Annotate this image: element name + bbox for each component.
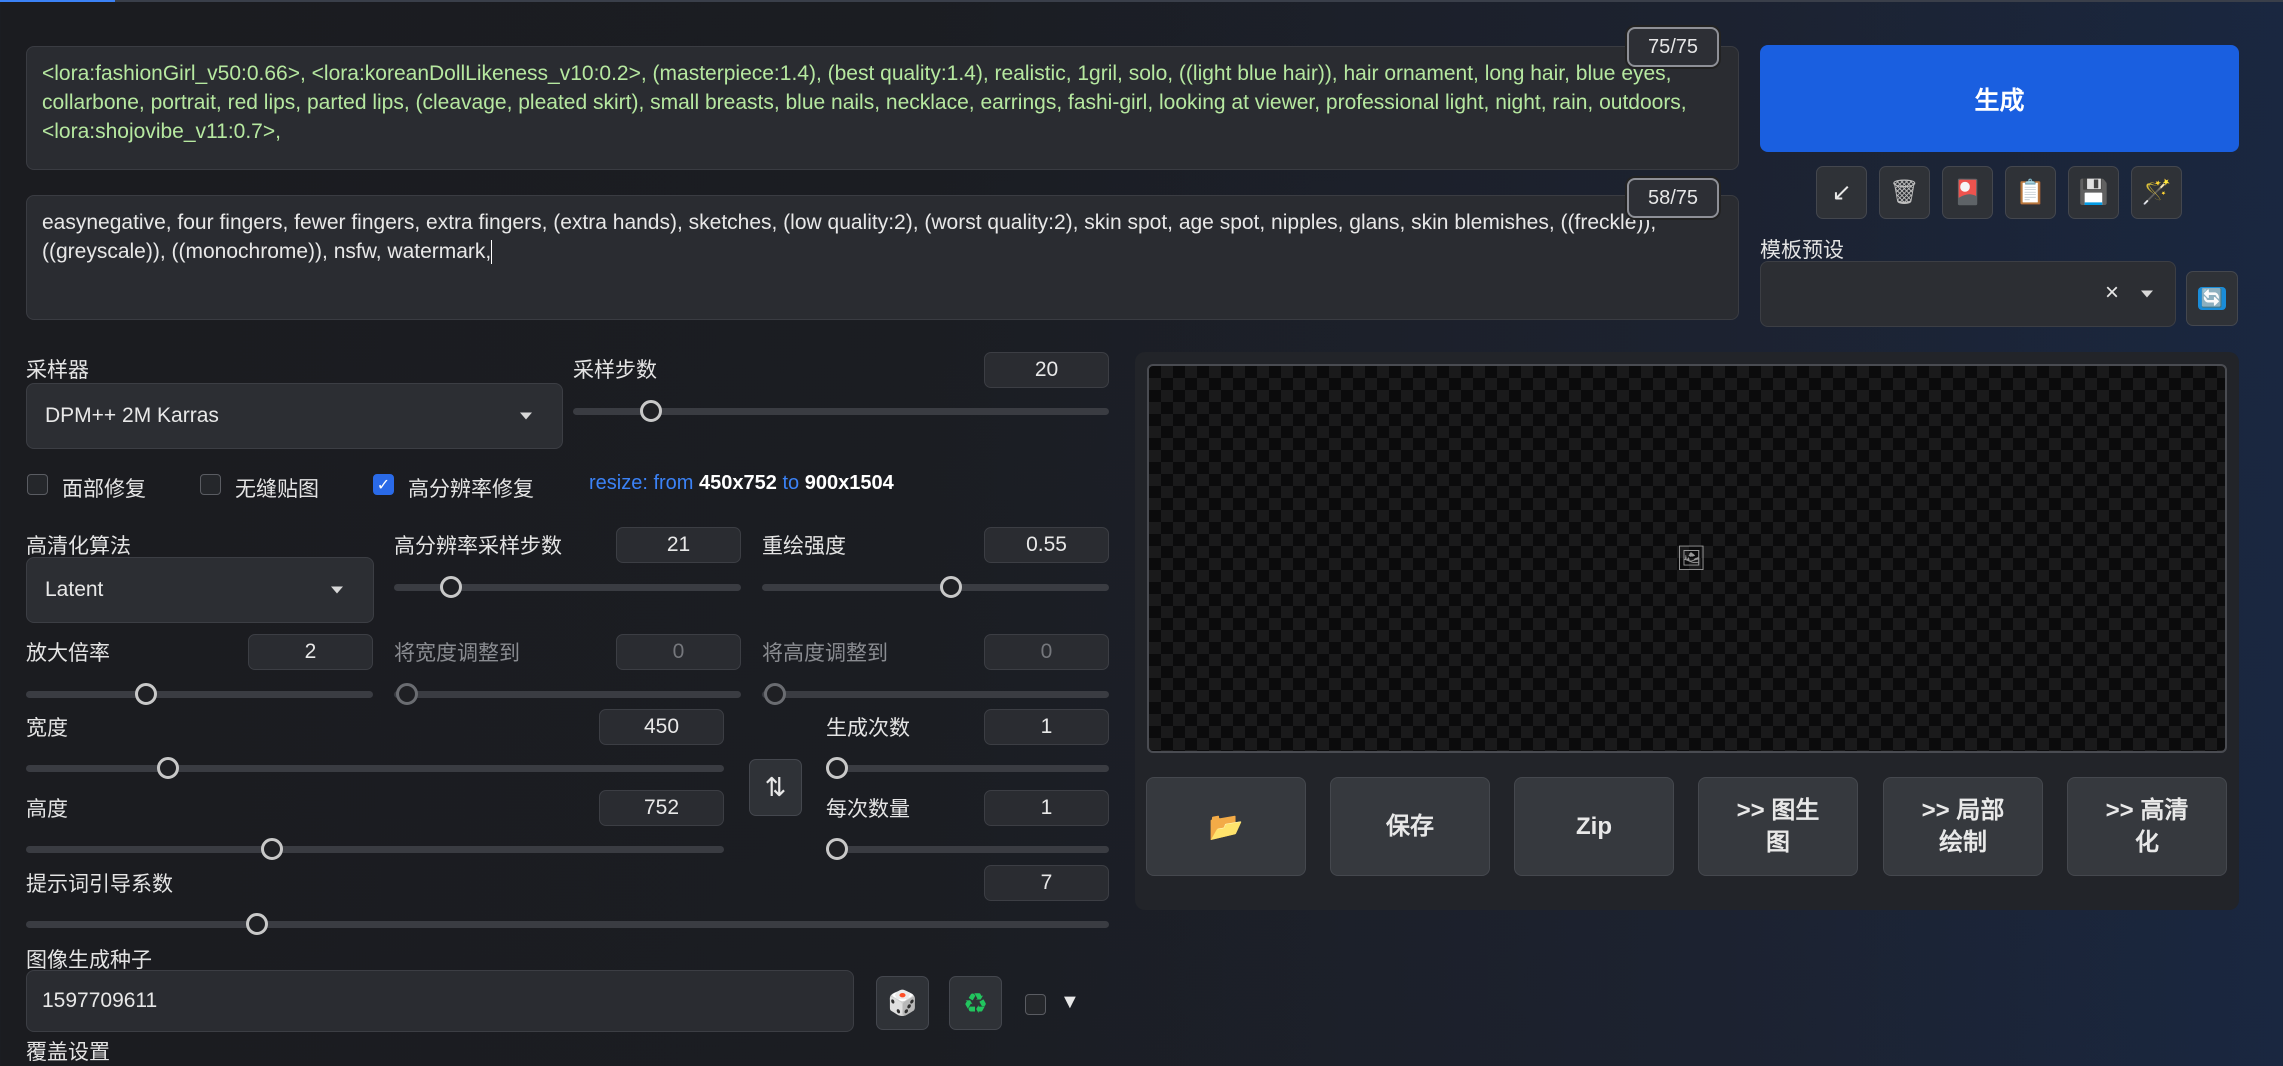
- positive-prompt-textarea[interactable]: <lora:fashionGirl_v50:0.66>, <lora:korea…: [26, 46, 1739, 170]
- send-to-inpaint-button[interactable]: >> 局部 绘制: [1883, 777, 2043, 876]
- negative-token-counter: 58/75: [1627, 178, 1719, 218]
- upscaler-dropdown[interactable]: Latent: [26, 557, 374, 623]
- extra-seed-toggle-icon[interactable]: ▼: [1060, 991, 1080, 1014]
- resize-height-input[interactable]: 0: [984, 634, 1109, 670]
- dice-icon[interactable]: 🎲: [876, 976, 929, 1030]
- upscaler-value: Latent: [45, 578, 104, 601]
- resize-height-slider-thumb[interactable]: [764, 683, 786, 705]
- height-input[interactable]: 752: [599, 790, 724, 826]
- scale-slider-track[interactable]: [26, 691, 373, 698]
- resize-width-label: 将宽度调整到: [394, 642, 520, 665]
- resize-width-slider-track[interactable]: [394, 691, 741, 698]
- trash-icon[interactable]: 🗑: [1879, 166, 1930, 219]
- extra-seed-checkbox[interactable]: [1025, 994, 1046, 1015]
- denoise-input[interactable]: 0.55: [984, 527, 1109, 563]
- resize-height-label: 将高度调整到: [762, 642, 888, 665]
- upscaler-label: 高清化算法: [26, 535, 131, 558]
- resize-prefix: resize: from: [589, 472, 694, 494]
- cfg-label: 提示词引导系数: [26, 873, 173, 896]
- send-to-img2img-button[interactable]: >> 图生 图: [1698, 777, 1858, 876]
- sampler-label: 采样器: [26, 359, 89, 382]
- send-to-extras-button[interactable]: >> 高清 化: [2067, 777, 2227, 876]
- chevron-down-icon: [520, 412, 532, 420]
- hires-fix-checkbox[interactable]: ✓: [373, 474, 394, 495]
- resize-from: 450x752: [699, 472, 777, 494]
- cfg-slider-thumb[interactable]: [246, 913, 268, 935]
- width-slider-thumb[interactable]: [157, 757, 179, 779]
- scale-label: 放大倍率: [26, 642, 110, 665]
- zip-button[interactable]: Zip: [1514, 777, 1674, 876]
- cfg-input[interactable]: 7: [984, 865, 1109, 901]
- steps-slider-thumb[interactable]: [640, 400, 662, 422]
- tiling-checkbox[interactable]: [200, 474, 221, 495]
- open-folder-button[interactable]: 📂: [1146, 777, 1306, 876]
- width-slider-track[interactable]: [26, 765, 724, 772]
- clipboard-icon[interactable]: 📋: [2005, 166, 2056, 219]
- styles-dropdown[interactable]: ×: [1760, 261, 2176, 327]
- override-settings-label: 覆盖设置: [26, 1041, 110, 1064]
- width-input[interactable]: 450: [599, 709, 724, 745]
- height-label: 高度: [26, 798, 68, 821]
- sampler-dropdown[interactable]: DPM++ 2M Karras: [26, 383, 563, 449]
- batch-count-input[interactable]: 1: [984, 709, 1109, 745]
- batch-count-label: 生成次数: [826, 717, 910, 740]
- refresh-icon[interactable]: 🔄: [2186, 271, 2238, 326]
- card-icon[interactable]: 🎴: [1942, 166, 1993, 219]
- folder-icon: 📂: [1208, 810, 1244, 842]
- steps-label: 采样步数: [573, 359, 657, 382]
- tiling-label: 无缝贴图: [235, 478, 319, 501]
- batch-count-slider-track[interactable]: [826, 765, 1109, 772]
- styles-label: 模板预设: [1760, 239, 1844, 262]
- hires-fix-label: 高分辨率修复: [408, 478, 534, 501]
- hires-steps-input[interactable]: 21: [616, 527, 741, 563]
- seed-input[interactable]: 1597709611: [26, 970, 854, 1032]
- clear-icon[interactable]: ×: [2105, 279, 2119, 307]
- negative-prompt-textarea[interactable]: easynegative, four fingers, fewer finger…: [26, 195, 1739, 320]
- negative-prompt-text: easynegative, four fingers, fewer finger…: [42, 211, 1657, 263]
- resize-width-input[interactable]: 0: [616, 634, 741, 670]
- refresh-glyph: 🔄: [2197, 287, 2227, 310]
- denoise-label: 重绘强度: [762, 535, 846, 558]
- face-restore-checkbox[interactable]: [27, 474, 48, 495]
- scale-slider-thumb[interactable]: [135, 683, 157, 705]
- face-restore-label: 面部修复: [62, 478, 146, 501]
- resize-to: 900x1504: [804, 472, 894, 494]
- magic-wand-icon[interactable]: 🪄: [2131, 166, 2182, 219]
- batch-size-slider-track[interactable]: [826, 846, 1109, 853]
- height-slider-track[interactable]: [26, 846, 724, 853]
- output-image-canvas: 🖼: [1147, 364, 2227, 753]
- resize-width-slider-thumb[interactable]: [396, 683, 418, 705]
- resize-height-slider-track[interactable]: [762, 691, 1109, 698]
- batch-size-label: 每次数量: [826, 798, 910, 821]
- width-label: 宽度: [26, 717, 68, 740]
- swap-dimensions-button[interactable]: ⇅: [749, 759, 802, 816]
- scale-input[interactable]: 2: [248, 634, 373, 670]
- height-slider-thumb[interactable]: [261, 838, 283, 860]
- chevron-down-icon: [331, 586, 343, 594]
- save-button[interactable]: 保存: [1330, 777, 1490, 876]
- denoise-slider-track[interactable]: [762, 584, 1109, 591]
- chevron-down-icon: [2141, 290, 2153, 298]
- hires-steps-label: 高分辨率采样步数: [394, 535, 562, 558]
- resize-to-word: to: [782, 472, 800, 494]
- batch-count-slider-thumb[interactable]: [826, 757, 848, 779]
- active-tab-indicator: [0, 0, 115, 2]
- batch-size-input[interactable]: 1: [984, 790, 1109, 826]
- arrow-icon[interactable]: ↙: [1816, 166, 1867, 219]
- recycle-icon[interactable]: ♻: [949, 976, 1002, 1030]
- batch-size-slider-thumb[interactable]: [826, 838, 848, 860]
- steps-input[interactable]: 20: [984, 352, 1109, 388]
- positive-token-counter: 75/75: [1627, 27, 1719, 67]
- denoise-slider-thumb[interactable]: [940, 576, 962, 598]
- save-disk-icon[interactable]: 💾: [2068, 166, 2119, 219]
- text-caret: [491, 240, 493, 265]
- sampler-value: DPM++ 2M Karras: [45, 404, 219, 427]
- cfg-slider-track[interactable]: [26, 921, 1109, 928]
- generate-button[interactable]: 生成: [1760, 45, 2239, 152]
- image-placeholder-icon: 🖼: [1676, 545, 1707, 572]
- hires-steps-slider-thumb[interactable]: [440, 576, 462, 598]
- resize-note: resize: from 450x752 to 900x1504: [589, 472, 894, 495]
- top-divider: [0, 0, 2283, 2]
